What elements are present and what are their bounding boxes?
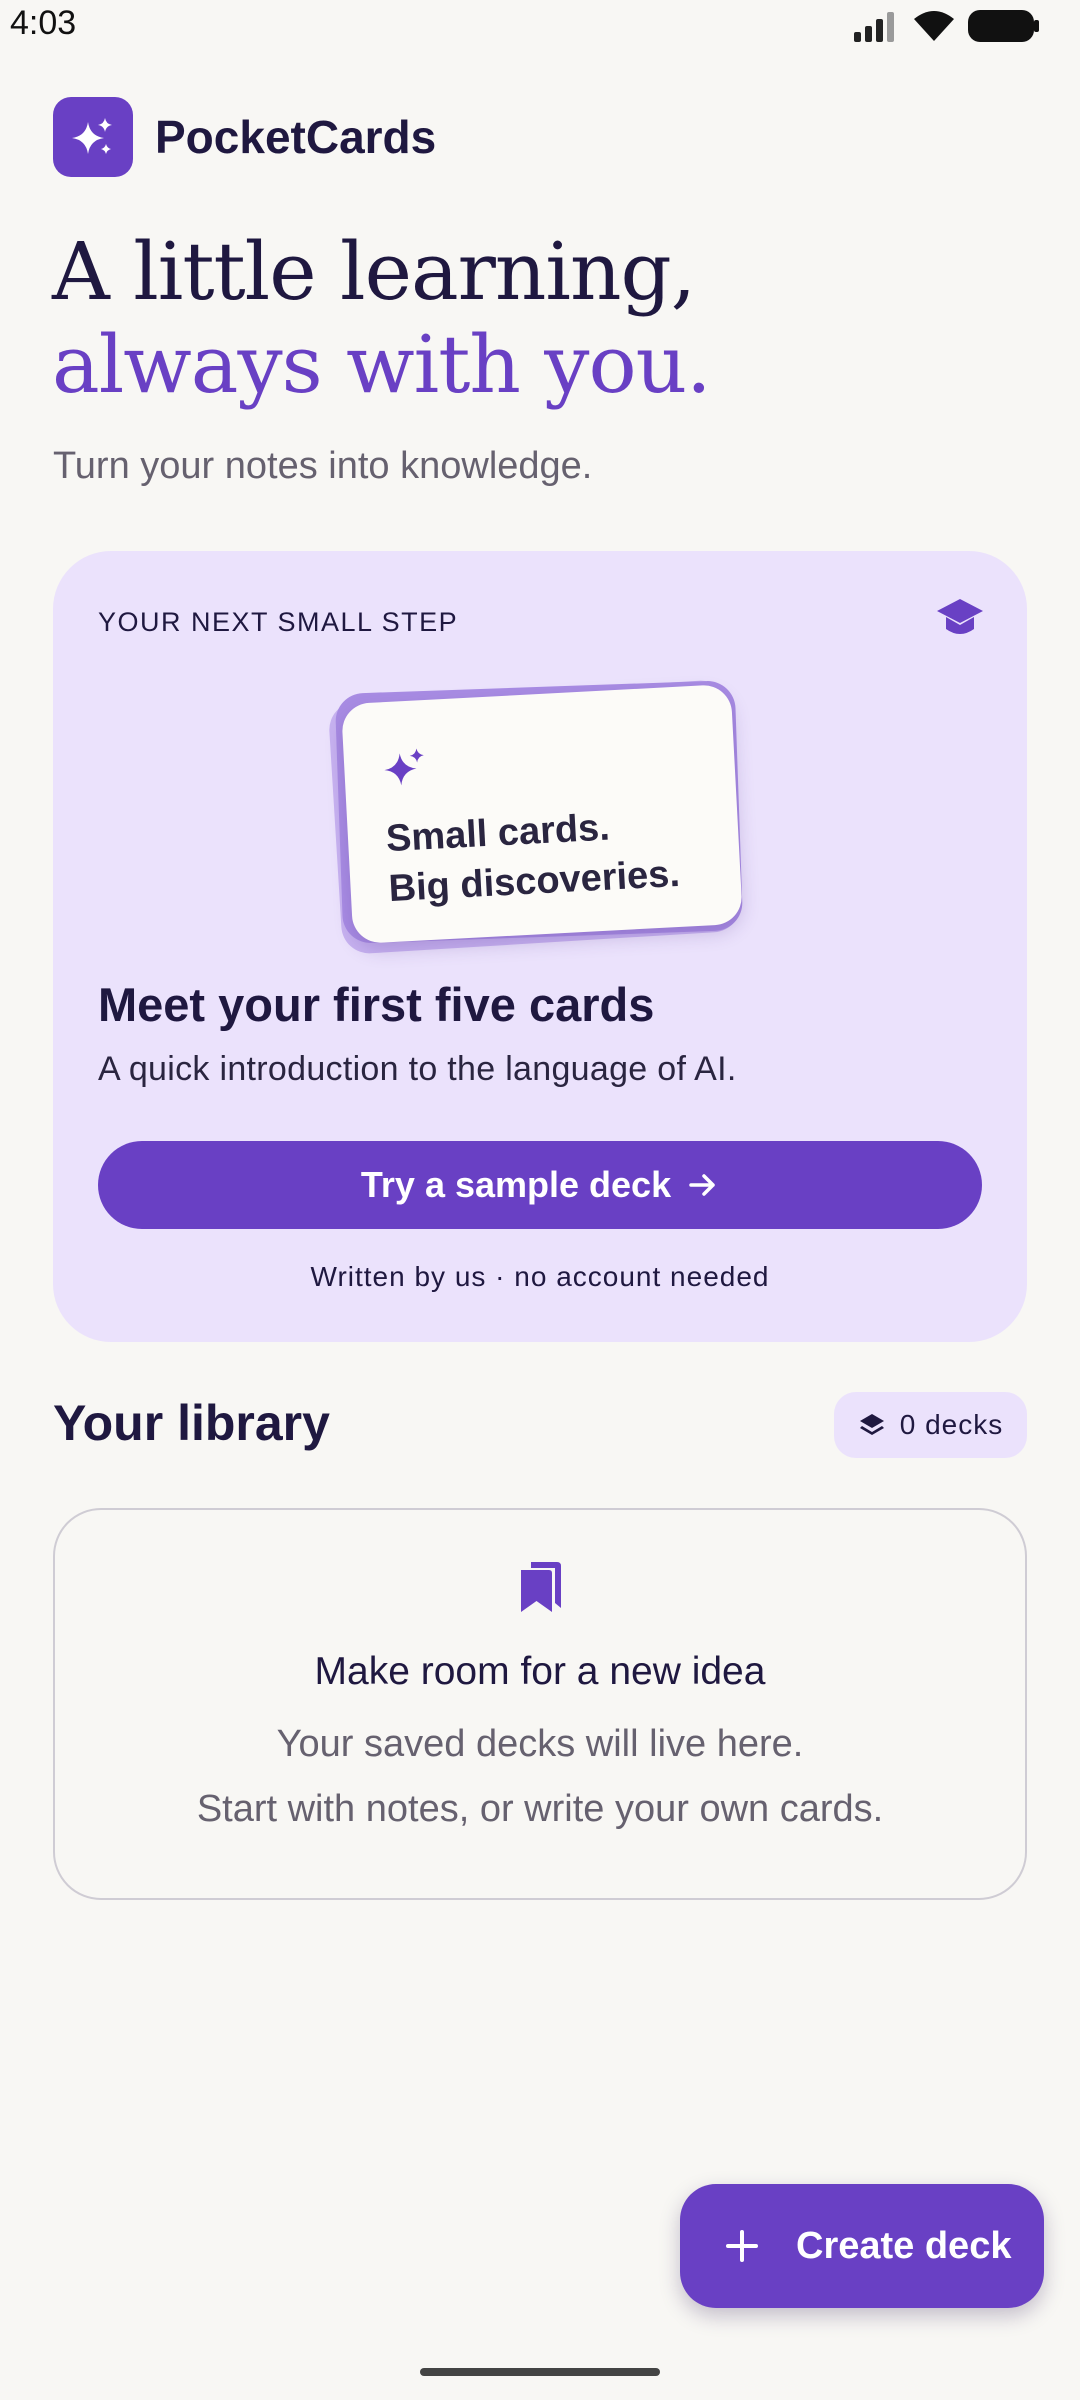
hero-subtitle: Turn your notes into knowledge. xyxy=(53,445,593,487)
sparkle-icon xyxy=(72,118,112,154)
try-sample-deck-button[interactable]: Try a sample deck xyxy=(98,1141,982,1229)
bookmarks-icon xyxy=(521,1562,561,1612)
next-step-eyebrow: YOUR NEXT SMALL STEP xyxy=(98,607,459,637)
deck-count-badge: 0 decks xyxy=(834,1392,1027,1458)
create-deck-label: Create deck xyxy=(796,2224,1012,2267)
app-logo xyxy=(53,97,133,177)
status-time: 4:03 xyxy=(10,4,77,42)
next-step-description: A quick introduction to the language of … xyxy=(98,1050,737,1088)
signal-icon xyxy=(854,12,894,42)
battery-icon xyxy=(968,10,1039,42)
plus-icon xyxy=(726,2230,758,2262)
deck-count-label: 0 decks xyxy=(899,1409,1004,1440)
flashcard-illustration: Small cards. Big discoveries. xyxy=(327,669,761,969)
app-brand: PocketCards xyxy=(53,97,436,177)
sparkle-icon xyxy=(384,748,424,786)
layers-icon xyxy=(859,1414,884,1435)
wifi-icon xyxy=(914,11,954,41)
create-deck-button[interactable]: Create deck xyxy=(680,2184,1044,2308)
app-name: PocketCards xyxy=(155,111,437,163)
empty-state-line-1: Your saved decks will live here. xyxy=(276,1723,804,1765)
home-indicator[interactable] xyxy=(420,2368,660,2376)
library-title: Your library xyxy=(53,1395,330,1451)
graduation-cap-icon xyxy=(937,599,983,634)
next-step-title: Meet your first five cards xyxy=(98,978,655,1031)
empty-state-line-2: Start with notes, or write your own card… xyxy=(196,1788,884,1830)
flashcard-front: Small cards. Big discoveries. xyxy=(340,683,744,945)
next-step-card: YOUR NEXT SMALL STEP Small cards. Big di… xyxy=(53,551,1027,1342)
flashcard-text: Small cards. Big discoveries. xyxy=(385,799,681,914)
hero-headline: A little learning, xyxy=(52,225,696,318)
hero-headline-accent: always with you. xyxy=(52,318,712,411)
empty-state-title: Make room for a new idea xyxy=(314,1650,766,1693)
arrow-right-icon xyxy=(689,1174,715,1196)
library-empty-state: Make room for a new idea Your saved deck… xyxy=(53,1508,1027,1900)
status-icons xyxy=(854,8,1040,44)
next-step-note: Written by us · no account needed xyxy=(310,1261,770,1292)
try-sample-deck-label: Try a sample deck xyxy=(360,1164,672,1205)
